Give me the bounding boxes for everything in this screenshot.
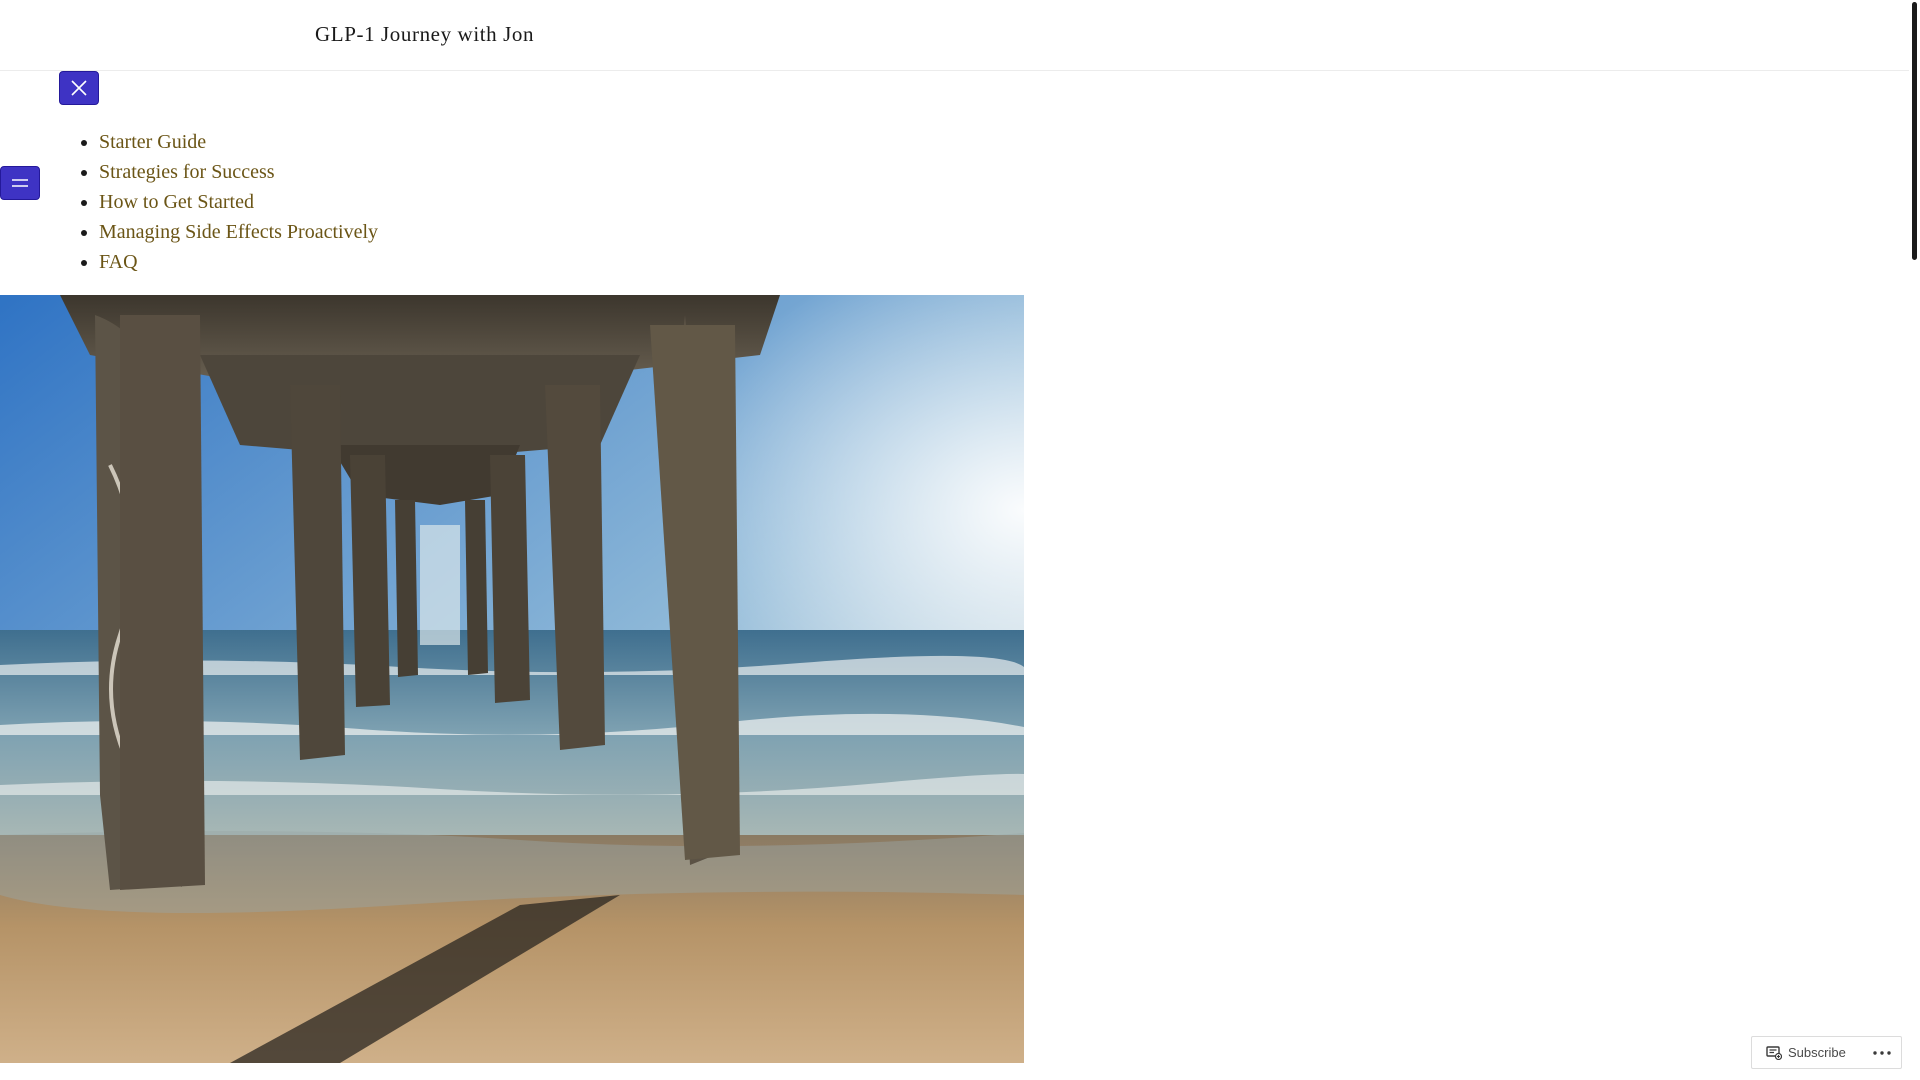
primary-navigation: Starter Guide Strategies for Success How… <box>59 127 378 277</box>
nav-link-side-effects[interactable]: Managing Side Effects Proactively <box>99 221 378 243</box>
nav-item-get-started: How to Get Started <box>99 187 378 217</box>
nav-item-starter-guide: Starter Guide <box>99 127 378 157</box>
pier-photo <box>0 295 1024 1063</box>
ellipsis-icon <box>1873 1050 1891 1055</box>
scrollbar-thumb[interactable] <box>1912 2 1917 260</box>
nav-link-strategies[interactable]: Strategies for Success <box>99 161 275 183</box>
more-options-button[interactable] <box>1863 1037 1901 1068</box>
site-title[interactable]: GLP-1 Journey with Jon <box>315 22 534 47</box>
nav-link-faq[interactable]: FAQ <box>99 251 138 273</box>
open-menu-button[interactable] <box>0 166 40 200</box>
close-icon <box>71 80 87 96</box>
hero-image <box>0 295 1024 1063</box>
site-header: GLP-1 Journey with Jon <box>0 0 1909 71</box>
page-scrollbar[interactable] <box>1909 0 1920 1080</box>
nav-item-strategies: Strategies for Success <box>99 157 378 187</box>
hamburger-icon <box>12 179 28 187</box>
subscribe-button[interactable]: Subscribe <box>1752 1037 1854 1068</box>
page: GLP-1 Journey with Jon Starter Guide Str… <box>0 0 1920 1080</box>
nav-item-side-effects: Managing Side Effects Proactively <box>99 217 378 247</box>
subscribe-bar: Subscribe <box>1751 1036 1902 1069</box>
subscribe-label: Subscribe <box>1788 1045 1846 1060</box>
nav-link-starter-guide[interactable]: Starter Guide <box>99 131 206 153</box>
nav-link-get-started[interactable]: How to Get Started <box>99 191 254 213</box>
subscribe-icon <box>1766 1045 1782 1060</box>
nav-item-faq: FAQ <box>99 247 378 277</box>
close-menu-button[interactable] <box>59 71 99 105</box>
